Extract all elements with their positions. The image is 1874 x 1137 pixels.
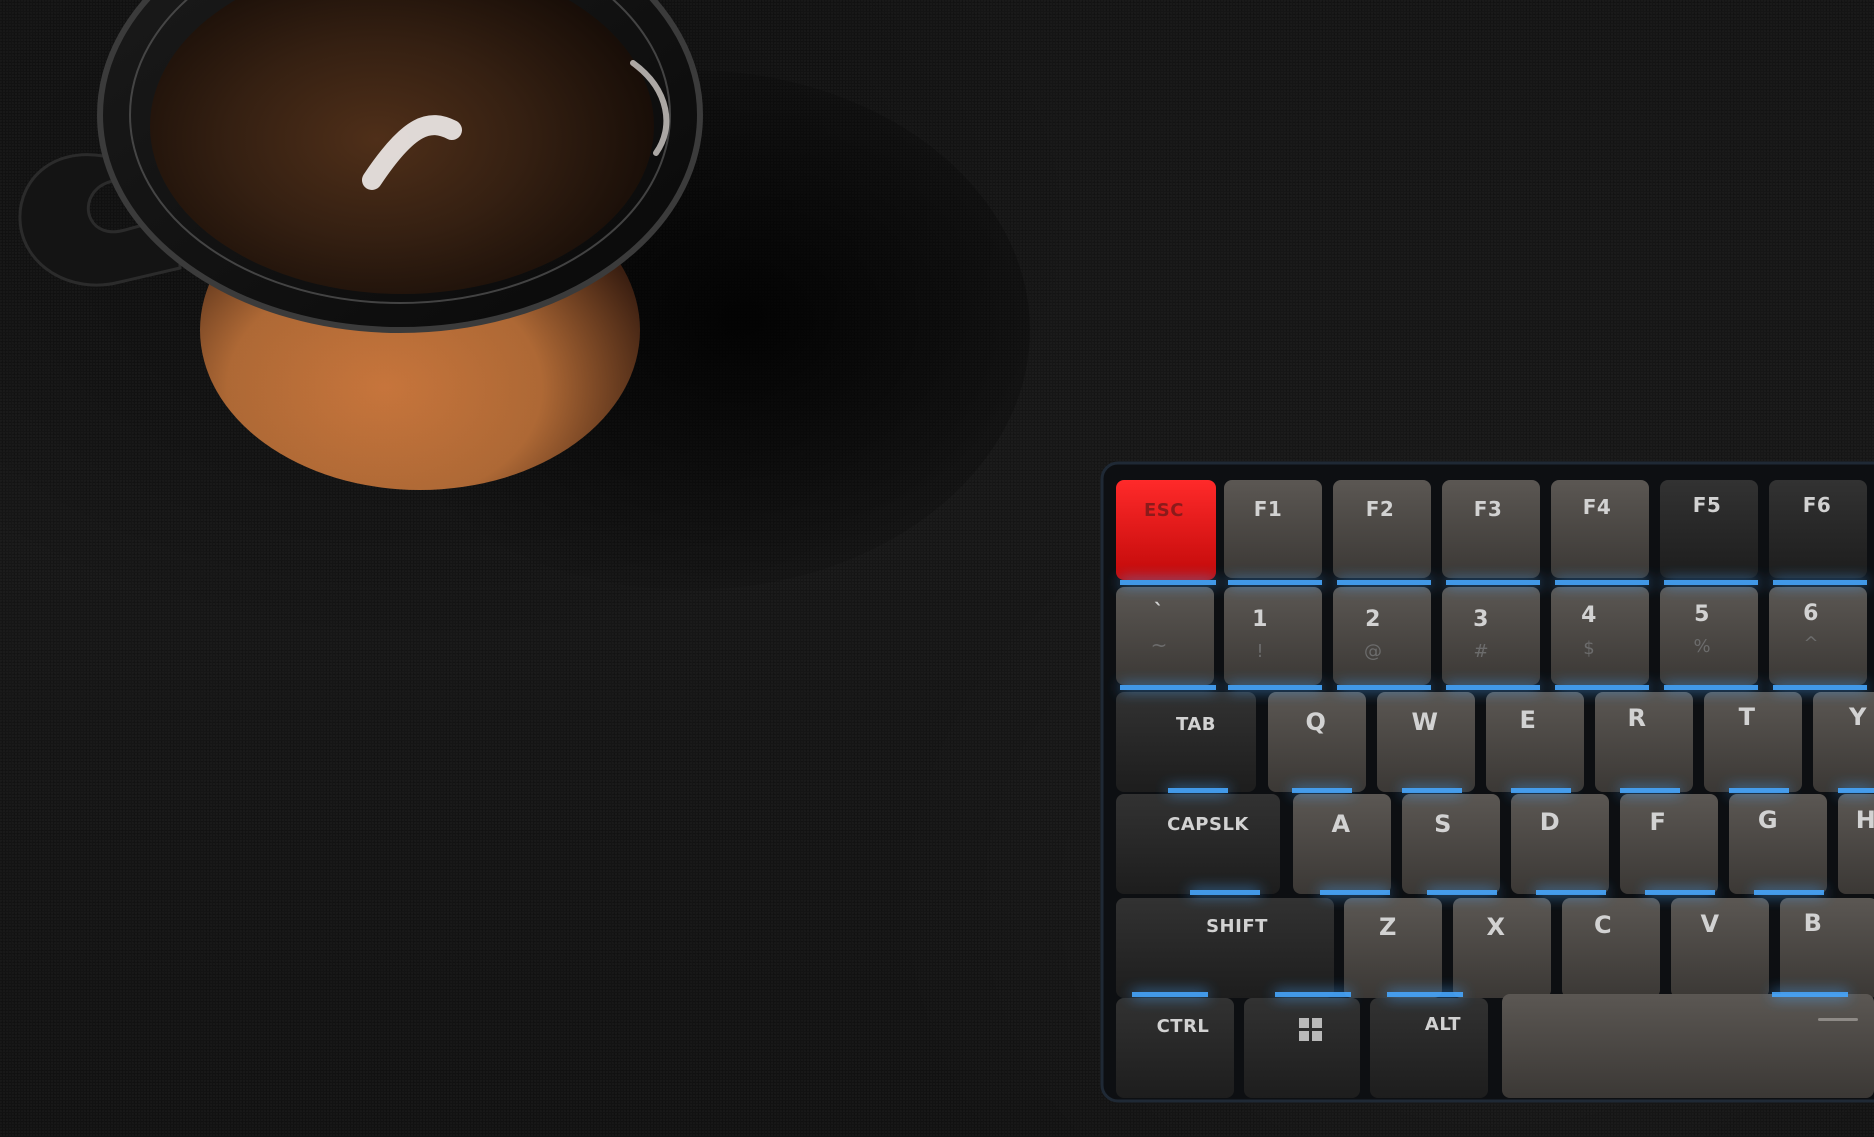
key-tab [1116, 692, 1256, 792]
key-f2 [1333, 480, 1431, 578]
key-4 [1551, 587, 1649, 685]
key-ctrl-label: CTRL [1157, 1016, 1210, 1037]
key-2-sub: @ [1364, 641, 1382, 662]
key-f6-label: F6 [1803, 493, 1832, 517]
key-backtick-label: ` [1154, 599, 1165, 623]
key-3-label: 3 [1473, 607, 1489, 632]
key-2-label: 2 [1365, 607, 1381, 632]
key-h-label: H [1856, 806, 1874, 834]
key-f [1620, 794, 1718, 894]
keyboard-row-2: TAB Q W E R T Y [1116, 692, 1874, 792]
key-x-label: X [1486, 913, 1505, 941]
key-a [1293, 794, 1391, 894]
key-6-label: 6 [1803, 601, 1819, 626]
key-f1 [1224, 480, 1322, 578]
key-1 [1224, 587, 1322, 685]
key-5-sub: % [1693, 636, 1710, 657]
key-3 [1442, 587, 1540, 685]
key-f2-label: F2 [1366, 497, 1395, 521]
key-z-label: Z [1379, 913, 1397, 941]
key-t-label: T [1739, 703, 1756, 731]
key-tab-label: TAB [1176, 714, 1216, 735]
key-e-label: E [1520, 706, 1537, 734]
key-b [1780, 898, 1874, 998]
key-esc [1116, 480, 1216, 580]
key-ctrl [1116, 998, 1234, 1098]
key-w [1377, 692, 1475, 792]
key-backtick-sub: ~ [1151, 633, 1168, 657]
key-s [1402, 794, 1500, 894]
key-alt [1370, 998, 1488, 1098]
keyboard-row-3: CAPSLK A S D F G H [1116, 794, 1874, 894]
key-6-sub: ^ [1803, 633, 1818, 654]
key-f5-label: F5 [1693, 493, 1722, 517]
key-a-label: A [1331, 810, 1350, 838]
key-r-label: R [1628, 704, 1647, 732]
keyboard-row-1: ` ~ 1 ! 2 @ 3 # 4 $ 5 % 6 ^ [1116, 587, 1867, 685]
keyboard-row-0: ESC F1 F2 F3 F4 F5 F6 [1116, 480, 1867, 580]
key-v-label: V [1700, 910, 1719, 938]
key-1-sub: ! [1256, 641, 1263, 662]
key-4-label: 4 [1581, 603, 1597, 628]
key-v [1671, 898, 1769, 998]
key-2 [1333, 587, 1431, 685]
keyboard-row-4: SHIFT Z X C V B [1116, 898, 1874, 998]
keyboard-layer: ESC F1 F2 F3 F4 F5 F6 ` ~ 1 ! 2 @ 3 # 4 … [0, 0, 1874, 1137]
key-shift [1116, 898, 1334, 998]
key-f3-label: F3 [1474, 497, 1503, 521]
key-1-label: 1 [1252, 607, 1268, 632]
key-d-label: D [1540, 808, 1560, 836]
key-c-label: C [1594, 911, 1612, 939]
key-shift-label: SHIFT [1206, 916, 1268, 937]
key-windows [1244, 998, 1360, 1098]
key-alt-label: ALT [1425, 1014, 1461, 1035]
key-esc-label: ESC [1144, 500, 1184, 521]
desk-scene: ESC F1 F2 F3 F4 F5 F6 ` ~ 1 ! 2 @ 3 # 4 … [0, 0, 1874, 1137]
key-q [1268, 692, 1366, 792]
key-capslk [1116, 794, 1280, 894]
key-f1-label: F1 [1254, 497, 1283, 521]
keyboard-illustration: ESC F1 F2 F3 F4 F5 F6 ` ~ 1 ! 2 @ 3 # 4 … [1100, 461, 1874, 1103]
key-4-sub: $ [1583, 638, 1594, 659]
key-3-sub: # [1473, 641, 1488, 662]
key-q-label: Q [1306, 708, 1327, 736]
key-y-label: Y [1848, 703, 1867, 731]
key-f-label: F [1650, 808, 1667, 836]
key-b-label: B [1804, 909, 1823, 937]
key-f3 [1442, 480, 1540, 578]
space-underglow-line [1818, 1018, 1858, 1021]
key-w-label: W [1412, 708, 1439, 736]
key-space [1502, 994, 1874, 1098]
key-s-label: S [1434, 810, 1452, 838]
key-5-label: 5 [1694, 602, 1710, 627]
key-capslk-label: CAPSLK [1167, 814, 1249, 835]
key-g-label: G [1758, 806, 1778, 834]
key-f4-label: F4 [1583, 495, 1612, 519]
